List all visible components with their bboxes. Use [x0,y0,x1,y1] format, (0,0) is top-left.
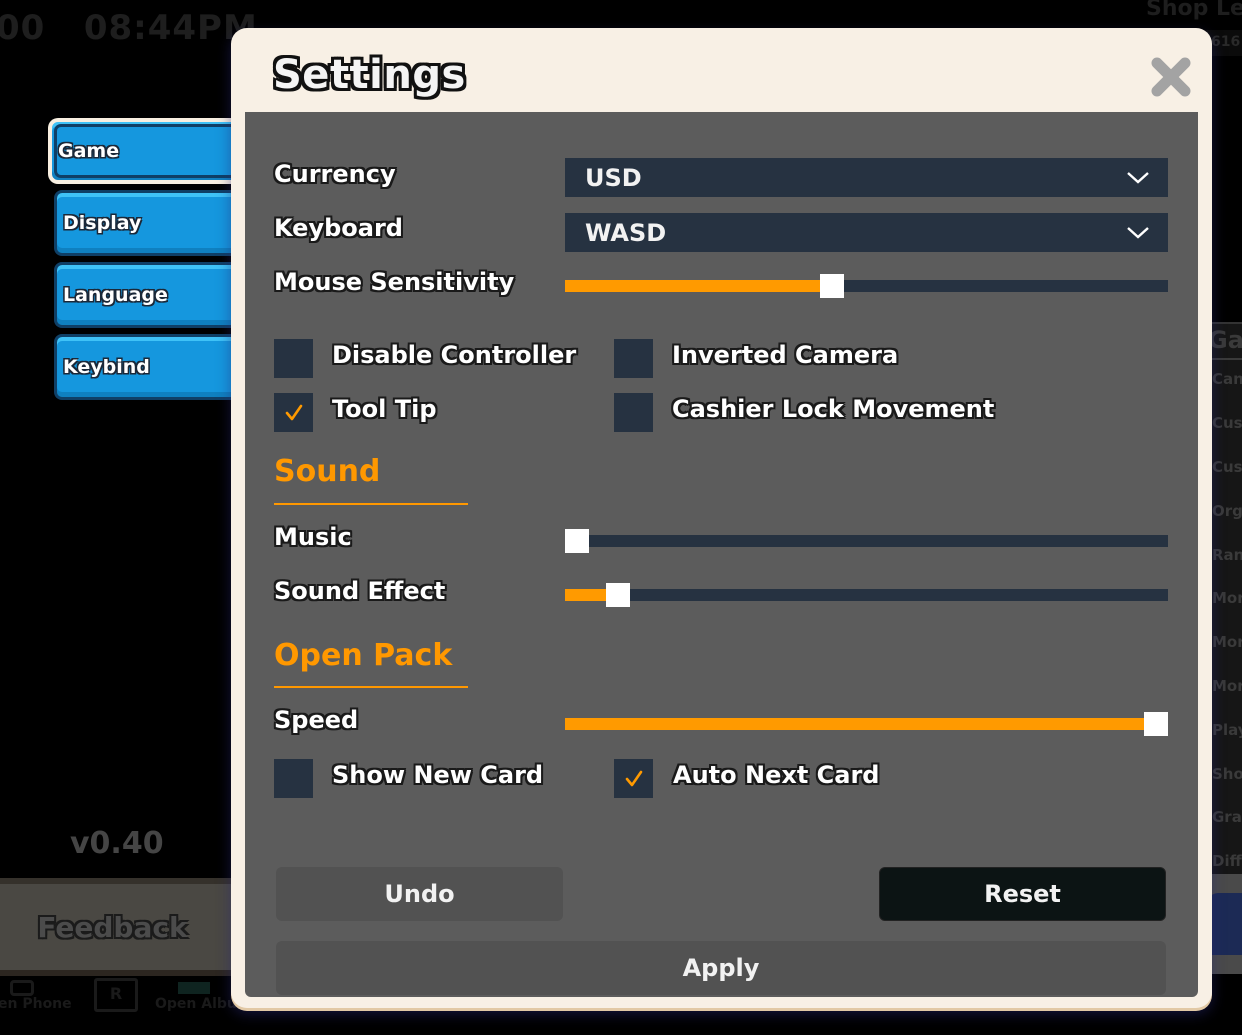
modal-title: Settings [273,52,466,98]
auto-next-card-checkbox[interactable] [614,759,653,798]
checkmark-icon [285,404,302,420]
tool-tip-label: Tool Tip [332,395,437,423]
close-x-icon [1151,57,1191,97]
open-pack-section-divider [274,686,468,688]
right-panel-item[interactable]: Org [1212,502,1242,520]
show-new-card-label: Show New Card [332,761,544,789]
tab-display[interactable]: Display [54,190,233,256]
settings-body: Currency USD Keyboard WASD Mouse Sensiti… [245,112,1198,997]
phone-icon[interactable] [10,980,34,996]
keyboard-dropdown[interactable]: WASD [565,213,1168,252]
slider-track [565,589,1168,601]
music-label: Music [274,523,352,551]
slider-track [565,535,1168,547]
currency-label: Currency [274,160,396,188]
slider-fill [565,280,832,292]
key-r-icon[interactable]: R [94,978,138,1012]
cashier-lock-movement-label: Cashier Lock Movement [672,395,995,423]
right-panel-item[interactable]: Can [1212,370,1242,388]
disable-controller-label: Disable Controller [332,341,577,369]
sound-effect-slider[interactable] [565,583,1168,607]
modal-header: Settings [245,28,1198,112]
right-panel-item[interactable]: Play [1212,721,1242,739]
undo-button[interactable]: Undo [276,867,563,921]
tab-game[interactable]: Game [48,118,233,184]
right-panel-item[interactable]: Mor [1212,633,1242,651]
tab-label: Keybind [63,356,150,378]
chevron-down-icon [1127,227,1149,239]
right-panel-item[interactable]: Cust [1212,458,1242,476]
open-pack-speed-slider[interactable] [565,712,1168,736]
tab-label: Language [63,284,168,306]
music-slider[interactable] [565,529,1168,553]
right-panel-item[interactable]: Ran [1212,546,1242,564]
keyboard-label: Keyboard [274,214,403,242]
feedback-button[interactable]: Feedback [0,878,235,976]
tool-tip-checkbox[interactable] [274,393,313,432]
open-phone-label[interactable]: en Phone [0,996,72,1012]
inverted-camera-label: Inverted Camera [672,341,899,369]
inverted-camera-checkbox[interactable] [614,339,653,378]
sound-section-title: Sound [274,454,381,489]
tab-label: Display [63,212,142,234]
feedback-label: Feedback [37,910,188,944]
close-button[interactable] [1148,54,1194,100]
mouse-sensitivity-slider[interactable] [565,274,1168,298]
right-panel-item[interactable]: Cust [1212,414,1242,432]
speed-label: Speed [274,706,359,734]
right-panel-item[interactable]: Gra [1212,808,1242,826]
cashier-lock-movement-checkbox[interactable] [614,393,653,432]
discord-icon[interactable] [1208,893,1242,955]
keyboard-value: WASD [585,218,667,247]
right-panel-item[interactable]: Sho [1212,765,1242,783]
clock-display: 00 08:44PM [0,8,258,48]
sound-section-divider [274,503,468,505]
apply-label: Apply [682,954,760,982]
settings-category-tabs: Game Display Language Keybind [48,118,233,406]
version-label: v0.40 [70,826,164,861]
right-panel-item[interactable]: Diff [1212,852,1242,870]
tab-label: Game [58,140,120,162]
checkmark-icon [625,770,642,786]
right-panel-title: Gar [1208,326,1242,354]
disable-controller-checkbox[interactable] [274,339,313,378]
shop-level-label: Shop Lev [1146,0,1242,21]
right-panel-divider [1208,358,1242,360]
reset-button[interactable]: Reset [879,867,1166,921]
auto-next-card-label: Auto Next Card [673,761,880,789]
chevron-down-icon [1127,172,1149,184]
undo-label: Undo [384,880,455,908]
tab-language[interactable]: Language [54,262,233,328]
settings-modal: Settings Currency USD Keyboard WASD Mous… [231,28,1212,1008]
reset-label: Reset [984,880,1061,908]
album-icon[interactable] [178,982,210,994]
slider-thumb[interactable] [1144,712,1168,736]
currency-value: USD [585,163,642,192]
right-panel-item[interactable]: Mor [1212,677,1242,695]
tab-keybind[interactable]: Keybind [54,334,233,400]
open-pack-section-title: Open Pack [274,638,453,673]
right-panel-item[interactable]: Mor [1212,589,1242,607]
mouse-sensitivity-label: Mouse Sensitivity [274,268,515,296]
slider-thumb[interactable] [819,274,844,298]
slider-thumb[interactable] [565,529,589,553]
slider-fill [565,718,1156,730]
currency-dropdown[interactable]: USD [565,158,1168,197]
apply-button[interactable]: Apply [276,941,1166,995]
show-new-card-checkbox[interactable] [274,759,313,798]
sound-effect-label: Sound Effect [274,577,446,605]
slider-thumb[interactable] [605,583,630,607]
